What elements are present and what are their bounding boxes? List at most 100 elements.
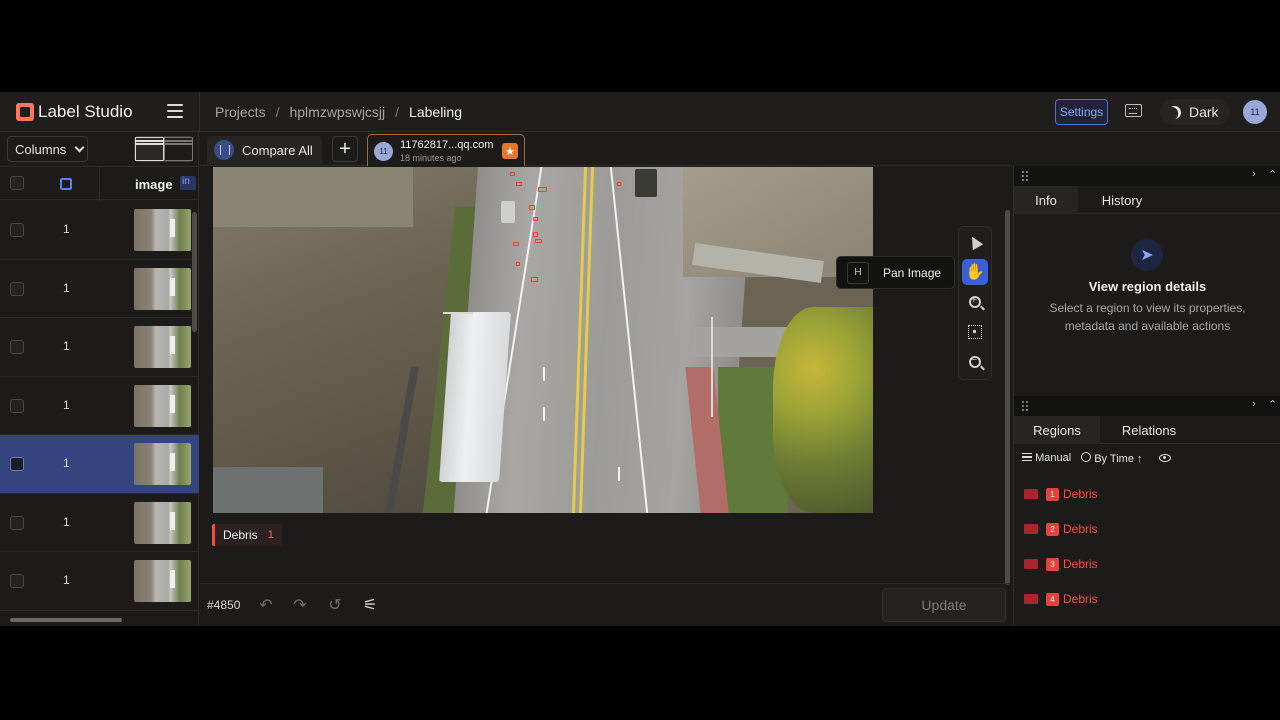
- aerial-road-image[interactable]: [213, 167, 873, 513]
- row-checkbox[interactable]: [10, 281, 24, 296]
- task-id: #4850: [207, 598, 241, 612]
- grid-view-icon: [164, 137, 193, 161]
- region-item[interactable]: 3 Debris: [1024, 554, 1274, 574]
- reset-icon[interactable]: ↺: [324, 594, 346, 616]
- breadcrumb-projects[interactable]: Projects: [215, 104, 266, 120]
- zoom-in-tool[interactable]: [962, 289, 988, 315]
- zoom-out-icon: [969, 355, 981, 368]
- update-button[interactable]: Update: [882, 588, 1006, 622]
- settings-sliders-icon[interactable]: ⚟: [359, 594, 381, 616]
- sort-manual-button[interactable]: Manual: [1022, 452, 1071, 464]
- annotation-time: 18 minutes ago: [400, 153, 462, 163]
- row-thumbnail: [134, 443, 191, 485]
- moon-icon: [1166, 104, 1183, 121]
- row-thumbnail: [134, 560, 191, 602]
- logo[interactable]: Label Studio: [16, 102, 133, 122]
- horizontal-scrollbar[interactable]: [10, 618, 122, 622]
- region-index: 1: [1046, 487, 1059, 501]
- view-toggle: [134, 136, 193, 162]
- row-checkbox[interactable]: [10, 515, 24, 530]
- label-studio-logo-icon: [16, 103, 34, 121]
- region-item[interactable]: 1 Debris: [1024, 484, 1274, 504]
- expand-icon[interactable]: ›: [1252, 168, 1256, 180]
- region-label: Debris: [1063, 487, 1098, 501]
- columns-button[interactable]: Columns: [7, 136, 88, 162]
- compare-label: Compare All: [242, 142, 313, 158]
- table-row[interactable]: 1: [0, 201, 199, 260]
- theme-toggle[interactable]: Dark: [1160, 99, 1230, 125]
- collapse-icon[interactable]: ⌃: [1268, 398, 1277, 411]
- table-row[interactable]: 1: [0, 318, 199, 377]
- sort-time-label: By Time: [1094, 452, 1134, 465]
- row-thumbnail: [134, 267, 191, 310]
- user-avatar[interactable]: 11: [1243, 100, 1267, 124]
- label-debris[interactable]: Debris 1: [212, 524, 282, 546]
- eye-icon[interactable]: [1158, 454, 1171, 462]
- region-color: [1024, 559, 1038, 569]
- breadcrumb: Projects / hplmzwpswjcsjj / Labeling: [215, 104, 462, 120]
- zoom-out-tool[interactable]: [962, 349, 988, 375]
- annotator-avatar: 11: [374, 142, 393, 161]
- select-all-checkbox[interactable]: [10, 176, 24, 190]
- undo-icon[interactable]: ↶: [255, 594, 277, 616]
- row-checkbox[interactable]: [10, 574, 24, 588]
- list-view-button[interactable]: [135, 137, 164, 161]
- region-item[interactable]: 2 Debris: [1024, 519, 1274, 539]
- hand-icon: ✋: [965, 264, 985, 281]
- table-row-selected[interactable]: 1: [0, 435, 199, 494]
- compare-icon: [214, 140, 234, 160]
- row-thumbnail: [134, 209, 191, 251]
- menu-icon[interactable]: [167, 104, 183, 118]
- row-value: 1: [63, 339, 70, 353]
- sort-manual-label: Manual: [1035, 452, 1072, 464]
- tab-info[interactable]: Info: [1014, 186, 1078, 214]
- chevron-down-icon: [74, 142, 85, 152]
- annotation-tab[interactable]: 11 11762817...qq.com 18 minutes ago ★: [367, 134, 525, 166]
- tab-regions[interactable]: Regions: [1014, 416, 1100, 444]
- add-annotation-button[interactable]: +: [332, 136, 358, 162]
- regions-tabs: Regions Relations: [1014, 416, 1280, 444]
- row-value: 1: [63, 280, 70, 295]
- app-name: Label Studio: [38, 102, 133, 121]
- column-header-image[interactable]: image: [135, 177, 173, 192]
- tab-relations[interactable]: Relations: [1106, 416, 1192, 444]
- pan-tool[interactable]: ✋: [962, 259, 988, 285]
- table-row[interactable]: 1: [0, 552, 199, 611]
- canvas-scrollbar[interactable]: [1005, 210, 1010, 585]
- annotator-email: 11762817...qq.com: [400, 139, 494, 151]
- row-value: 1: [63, 456, 70, 470]
- region-label: Debris: [1063, 592, 1098, 606]
- table-row[interactable]: 1: [0, 494, 199, 552]
- row-checkbox[interactable]: [10, 223, 24, 237]
- zoom-fit-tool[interactable]: [962, 319, 988, 345]
- table-row[interactable]: 1: [0, 260, 199, 318]
- redo-icon[interactable]: ↷: [289, 594, 311, 616]
- vertical-scrollbar[interactable]: [192, 212, 197, 332]
- row-checkbox[interactable]: [10, 398, 24, 413]
- selection-icon[interactable]: [60, 178, 72, 190]
- keyboard-shortcuts-icon[interactable]: [1125, 104, 1142, 117]
- table-header: image in: [0, 166, 199, 201]
- grid-view-button[interactable]: [164, 137, 193, 161]
- info-title: View region details: [1088, 279, 1207, 294]
- region-index: 3: [1046, 557, 1059, 571]
- theme-label: Dark: [1189, 104, 1219, 120]
- settings-button[interactable]: Settings: [1055, 99, 1108, 125]
- expand-icon[interactable]: ›: [1252, 398, 1256, 410]
- compare-all-tab[interactable]: Compare All: [207, 136, 322, 164]
- table-row[interactable]: 1: [0, 377, 199, 435]
- drag-handle-icon[interactable]: [1022, 401, 1028, 411]
- region-item[interactable]: 4 Debris: [1024, 589, 1274, 609]
- tooltip-label: Pan Image: [883, 265, 942, 280]
- select-tool[interactable]: [962, 229, 988, 255]
- row-checkbox[interactable]: [10, 340, 24, 354]
- ground-truth-star-icon[interactable]: ★: [502, 143, 518, 159]
- side-panels: › ⌃ Info History ➤ View region details S…: [1013, 166, 1280, 626]
- tab-history[interactable]: History: [1086, 186, 1158, 214]
- info-tabs: Info History: [1014, 186, 1280, 214]
- breadcrumb-project[interactable]: hplmzwpswjcsjj: [289, 104, 385, 120]
- sort-time-button[interactable]: By Time ↑: [1081, 451, 1143, 465]
- row-checkbox[interactable]: [10, 457, 24, 471]
- drag-handle-icon[interactable]: [1022, 171, 1028, 181]
- collapse-icon[interactable]: ⌃: [1268, 168, 1277, 181]
